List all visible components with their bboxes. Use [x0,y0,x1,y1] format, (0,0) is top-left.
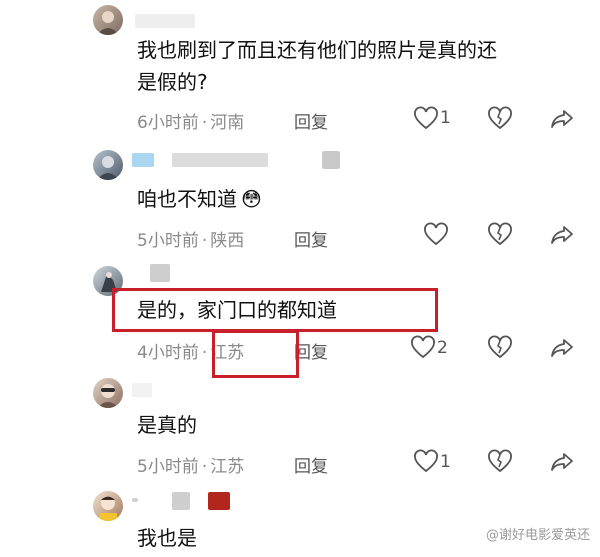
meta-separator: · [201,231,208,251]
reply-button[interactable]: 回复 [294,338,328,363]
comment-location: 陕西 [210,231,245,251]
comment-time: 5小时前 [137,231,199,251]
reply-button[interactable]: 回复 [294,108,328,133]
avatar-image-icon [97,384,119,408]
comment-text: 是真的 [137,413,197,437]
comment-location: 河南 [210,113,245,133]
reply-button[interactable]: 回复 [294,452,328,477]
meta-separator: · [201,343,208,363]
dislike-broken-heart-icon[interactable] [487,106,513,132]
username-redacted [150,264,170,282]
comment-item: 是真的 5小时前 · 江苏 回复 1 [0,375,600,490]
like-heart-icon[interactable] [413,106,439,132]
comment-meta: 6小时前 · 河南 [137,108,244,133]
username-redacted [322,151,340,169]
dislike-broken-heart-icon[interactable] [487,222,513,248]
comment-meta: 5小时前 · 江苏 [137,452,244,477]
share-icon[interactable] [549,222,575,248]
comment-text: 咱也不知道 😳 [137,183,262,215]
like-heart-icon[interactable] [410,335,436,361]
like-count: 2 [437,338,448,358]
comment-location: 江苏 [210,457,245,477]
comment-time: 5小时前 [137,457,199,477]
username-redacted [208,492,230,510]
emoji-astonished: 😳 [241,187,262,211]
like-count: 1 [440,452,451,472]
share-icon[interactable] [549,106,575,132]
username-redacted [135,14,195,28]
meta-separator: · [201,113,208,133]
dislike-broken-heart-icon[interactable] [487,335,513,361]
avatar[interactable] [93,491,123,521]
username-redacted [172,492,190,510]
comment-meta: 5小时前 · 陕西 [137,226,244,251]
like-count: 1 [440,108,451,128]
avatar[interactable] [93,378,123,408]
like-heart-icon[interactable] [423,222,449,248]
username-redacted [132,153,154,167]
username-redacted [132,383,152,397]
comment-time: 6小时前 [137,113,199,133]
comment-text-continued: 是假的? [137,70,208,94]
avatar-image-icon [99,496,117,521]
username-redacted [132,498,138,502]
share-icon[interactable] [549,449,575,475]
comment-section: 我也刷到了而且还有他们的照片是真的还 是假的? 6小时前 · 河南 回复 1 咱… [0,0,600,557]
comment-location: 江苏 [210,343,245,363]
comment-item: 我也是 [0,488,600,557]
avatar[interactable] [93,266,123,296]
comment-time: 4小时前 [137,343,199,363]
meta-separator: · [201,457,208,477]
avatar-image-icon [97,11,119,35]
watermark: @谢好电影爱英还 [485,528,590,543]
comment-item: 我也刷到了而且还有他们的照片是真的还 是假的? 6小时前 · 河南 回复 1 [0,0,600,150]
avatar-image-icon [101,272,117,292]
avatar[interactable] [93,150,123,180]
avatar[interactable] [93,5,123,35]
reply-button[interactable]: 回复 [294,226,328,251]
comment-item: 是的，家门口的都知道 4小时前 · 江苏 回复 2 [0,262,600,372]
comment-text: 是的，家门口的都知道 [137,298,337,322]
comment-text-content: 咱也不知道 [137,187,237,211]
comment-item: 咱也不知道 😳 5小时前 · 陕西 回复 [0,145,600,265]
dislike-broken-heart-icon[interactable] [487,449,513,475]
comment-meta: 4小时前 · 江苏 [137,338,244,363]
like-heart-icon[interactable] [413,449,439,475]
username-redacted [172,153,268,167]
comment-text: 我也刷到了而且还有他们的照片是真的还 [137,38,497,62]
share-icon[interactable] [549,335,575,361]
avatar-image-icon [97,156,119,180]
comment-text: 我也是 [137,526,197,550]
